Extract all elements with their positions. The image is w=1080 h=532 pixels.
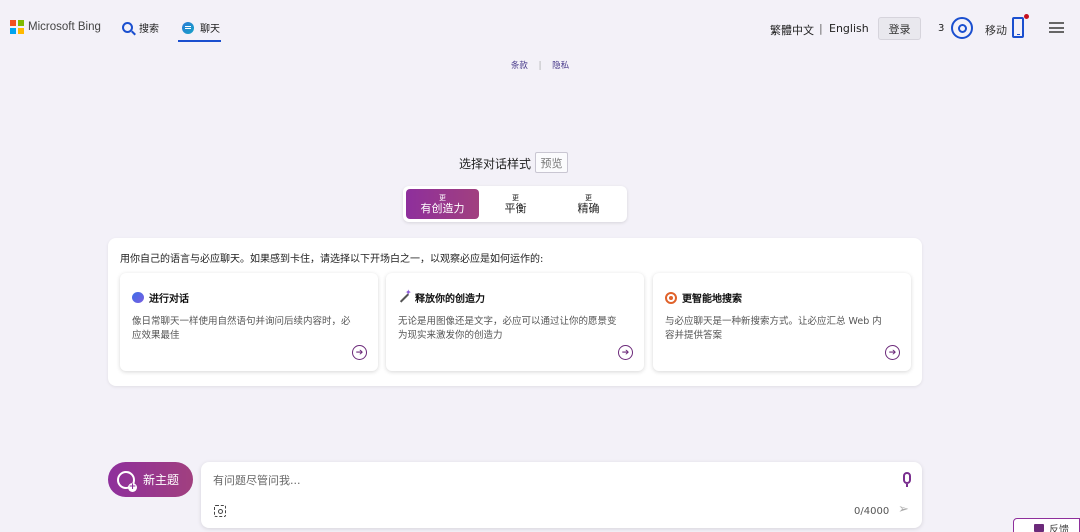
tone-prefix: 更 xyxy=(585,193,592,202)
conversation-style-switch: 更 有创造力 更 平衡 更 精确 xyxy=(403,186,627,222)
hamburger-menu-icon[interactable] xyxy=(1049,22,1064,33)
starter-card-conversation[interactable]: 进行对话 像日常聊天一样使用自然语句并询问后续内容时，必应效果最佳 ➔ xyxy=(120,273,378,371)
search-icon xyxy=(122,22,133,33)
feedback-label: 反馈 xyxy=(1049,524,1069,532)
tone-title: 选择对话样式 xyxy=(459,157,532,171)
new-chat-icon xyxy=(117,470,137,492)
microsoft-logo-icon xyxy=(10,20,24,34)
feedback-button[interactable]: 反馈 xyxy=(1013,518,1080,532)
top-header: Microsoft Bing 搜索 聊天 繁體中文 | English 登录 3… xyxy=(0,0,1080,56)
arrow-right-icon[interactable]: ➔ xyxy=(885,345,900,360)
terms-link[interactable]: 条款 xyxy=(511,61,528,71)
tone-balanced-button[interactable]: 更 平衡 xyxy=(479,189,552,219)
legal-links: 条款 | 隐私 xyxy=(0,59,1080,71)
lang-english-link[interactable]: English xyxy=(829,22,869,35)
card-title-text: 进行对话 xyxy=(149,294,189,305)
card-description: 像日常聊天一样使用自然语句并询问后续内容时，必应效果最佳 xyxy=(132,316,351,341)
target-icon xyxy=(665,291,677,304)
tone-label: 有创造力 xyxy=(420,201,465,215)
mobile-link[interactable]: 移动 xyxy=(985,22,1007,38)
feedback-icon xyxy=(1034,524,1044,532)
chat-bubbles-icon xyxy=(132,292,144,303)
microphone-icon[interactable] xyxy=(903,472,911,487)
phone-icon[interactable] xyxy=(1012,17,1024,38)
privacy-link[interactable]: 隐私 xyxy=(552,61,569,71)
tab-search-label: 搜索 xyxy=(139,24,159,35)
preview-badge: 预览 xyxy=(535,152,568,173)
card-description: 与必应聊天是一种新搜索方式。让必应汇总 Web 内容并提供答案 xyxy=(665,316,882,341)
starter-card-search[interactable]: 更智能地搜索 与必应聊天是一种新搜索方式。让必应汇总 Web 内容并提供答案 ➔ xyxy=(653,273,911,371)
tone-prefix: 更 xyxy=(439,193,446,202)
card-title-text: 释放你的创造力 xyxy=(415,294,485,305)
tone-precise-button[interactable]: 更 精确 xyxy=(552,189,625,219)
visual-search-icon[interactable] xyxy=(214,505,226,517)
chat-composer: 0/4000 ➢ xyxy=(201,462,922,528)
welcome-intro-text: 用你自己的语言与必应聊天。如果感到卡住，请选择以下开场白之一，以观察必应是如何运… xyxy=(120,254,544,265)
starter-card-creativity[interactable]: 释放你的创造力 无论是用图像还是文字，必应可以通过让你的愿景变为现实来激发你的创… xyxy=(386,273,644,371)
rewards-icon[interactable] xyxy=(951,17,973,39)
chat-input[interactable] xyxy=(213,470,873,490)
new-topic-button[interactable]: 新主题 xyxy=(108,462,193,497)
magic-wand-icon xyxy=(398,288,412,304)
reward-points[interactable]: 3 xyxy=(938,23,944,34)
legal-separator: | xyxy=(538,61,542,71)
login-button[interactable]: 登录 xyxy=(878,17,921,40)
welcome-panel: 用你自己的语言与必应聊天。如果感到卡住，请选择以下开场白之一，以观察必应是如何运… xyxy=(108,238,922,386)
char-counter: 0/4000 xyxy=(854,506,890,517)
lang-separator: | xyxy=(819,22,823,35)
lang-traditional-link[interactable]: 繁體中文 xyxy=(770,22,814,38)
chat-icon xyxy=(182,21,194,34)
arrow-right-icon[interactable]: ➔ xyxy=(618,345,633,360)
card-title: 进行对话 xyxy=(132,290,189,305)
logo-text: Microsoft Bing xyxy=(28,21,101,33)
card-title: 释放你的创造力 xyxy=(398,288,485,306)
tone-label: 平衡 xyxy=(504,201,527,215)
new-topic-label: 新主题 xyxy=(143,473,180,487)
card-title: 更智能地搜索 xyxy=(665,290,742,305)
tab-search[interactable]: 搜索 xyxy=(122,20,159,35)
tone-prefix: 更 xyxy=(512,193,519,202)
tab-chat[interactable]: 聊天 xyxy=(182,20,220,35)
tone-label: 精确 xyxy=(577,201,600,215)
active-tab-indicator xyxy=(178,40,221,42)
notification-dot xyxy=(1024,14,1029,19)
arrow-right-icon[interactable]: ➔ xyxy=(352,345,367,360)
card-description: 无论是用图像还是文字，必应可以通过让你的愿景变为现实来激发你的创造力 xyxy=(398,316,617,341)
card-title-text: 更智能地搜索 xyxy=(682,294,742,305)
bing-logo[interactable]: Microsoft Bing xyxy=(10,20,101,34)
send-icon[interactable]: ➢ xyxy=(898,502,909,517)
tab-chat-label: 聊天 xyxy=(200,24,220,35)
tone-creative-button[interactable]: 更 有创造力 xyxy=(406,189,479,219)
